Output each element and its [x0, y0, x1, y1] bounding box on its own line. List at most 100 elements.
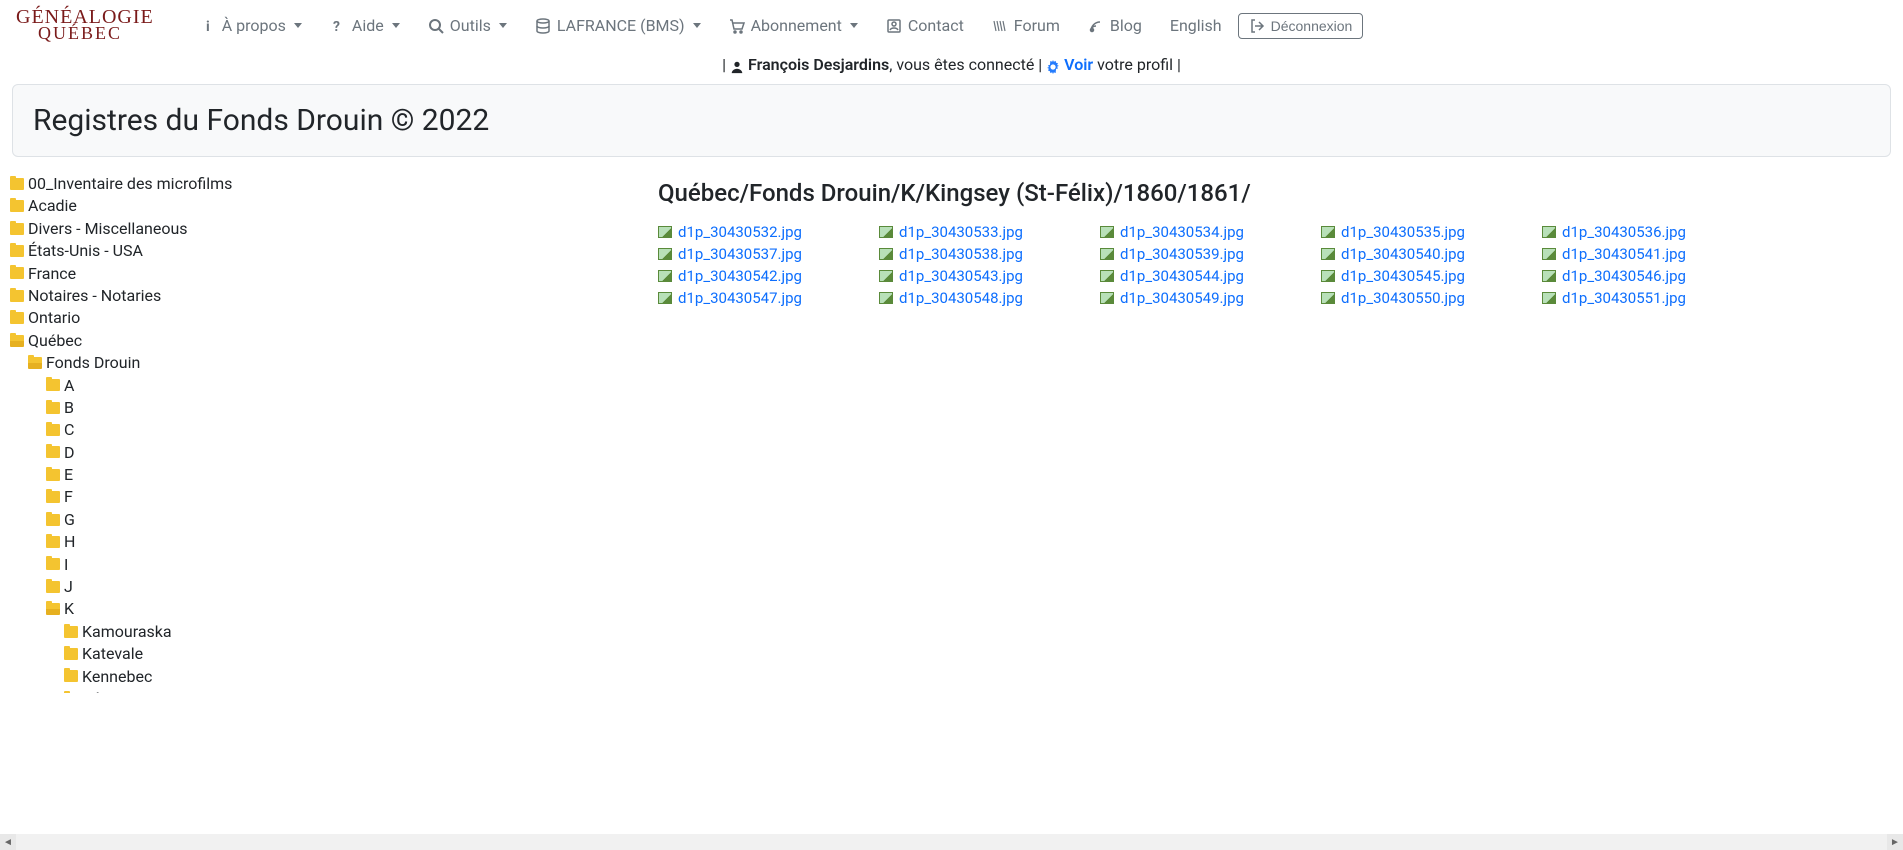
file-link[interactable]: d1p_30430549.jpg — [1100, 287, 1305, 309]
file-link[interactable]: d1p_30430547.jpg — [658, 287, 863, 309]
tree-folder[interactable]: H — [46, 531, 75, 553]
tree-folder[interactable]: Acadie — [10, 195, 77, 217]
file-link[interactable]: d1p_30430534.jpg — [1100, 221, 1305, 243]
file-link[interactable]: d1p_30430550.jpg — [1321, 287, 1526, 309]
gear-icon — [1046, 59, 1060, 73]
folder-icon — [46, 491, 60, 503]
tree-folder[interactable]: Kennebec — [64, 666, 152, 688]
breadcrumb: Québec/Fonds Drouin/K/Kingsey (St-Félix)… — [658, 179, 1883, 207]
nav-contact[interactable]: Contact — [874, 8, 976, 43]
nav-help[interactable]: ? Aide — [318, 8, 412, 43]
image-file-icon — [1321, 292, 1335, 304]
nav-english[interactable]: English — [1158, 8, 1234, 43]
tree-folder[interactable]: G — [46, 509, 75, 531]
tree-folder[interactable]: A — [46, 375, 74, 397]
folder-icon — [10, 178, 24, 190]
file-link[interactable]: d1p_30430546.jpg — [1542, 265, 1747, 287]
horizontal-scrollbar[interactable]: ◄ ► — [0, 834, 1903, 850]
site-logo[interactable]: GÉNÉALOGIE QUÉBEC — [16, 9, 154, 41]
nav-about[interactable]: i À propos — [188, 8, 314, 43]
file-link[interactable]: d1p_30430545.jpg — [1321, 265, 1526, 287]
tree-folder-label: Acadie — [28, 195, 77, 217]
tree-folder[interactable]: F — [46, 486, 73, 508]
tree-folder[interactable]: Divers - Miscellaneous — [10, 218, 188, 240]
image-file-icon — [1100, 270, 1114, 282]
tree-folder[interactable]: Québec — [10, 330, 82, 352]
nav-blog[interactable]: Blog — [1076, 8, 1154, 43]
tree-folder[interactable]: Ontario — [10, 307, 80, 329]
tree-folder[interactable]: I — [46, 554, 68, 576]
tree-folder-label: I — [64, 554, 68, 576]
file-link[interactable]: d1p_30430542.jpg — [658, 265, 863, 287]
file-link[interactable]: d1p_30430533.jpg — [879, 221, 1084, 243]
chevron-down-icon — [850, 23, 858, 28]
tree-folder[interactable]: France — [10, 263, 76, 285]
tree-folder[interactable]: J — [46, 576, 73, 598]
file-name: d1p_30430536.jpg — [1562, 223, 1686, 241]
file-link[interactable]: d1p_30430537.jpg — [658, 243, 863, 265]
image-file-icon — [1321, 270, 1335, 282]
image-file-icon — [1321, 226, 1335, 238]
logout-button[interactable]: Déconnexion — [1238, 13, 1364, 39]
file-link[interactable]: d1p_30430543.jpg — [879, 265, 1084, 287]
file-link[interactable]: d1p_30430535.jpg — [1321, 221, 1526, 243]
nav-subscription[interactable]: Abonnement — [717, 8, 870, 43]
chevron-down-icon — [294, 23, 302, 28]
chevron-down-icon — [499, 23, 507, 28]
folder-tree-panel[interactable]: 00_Inventaire des microfilmsAcadieDivers… — [10, 173, 640, 693]
file-name: d1p_30430546.jpg — [1562, 267, 1686, 285]
image-file-icon — [1100, 226, 1114, 238]
content-area: 00_Inventaire des microfilmsAcadieDivers… — [0, 173, 1903, 693]
folder-icon — [46, 446, 60, 458]
forum-icon — [992, 18, 1008, 34]
tree-folder[interactable]: K — [46, 598, 74, 620]
file-link[interactable]: d1p_30430540.jpg — [1321, 243, 1526, 265]
file-name: d1p_30430550.jpg — [1341, 289, 1465, 307]
file-link[interactable]: d1p_30430532.jpg — [658, 221, 863, 243]
file-link[interactable]: d1p_30430536.jpg — [1542, 221, 1747, 243]
tree-folder[interactable]: E — [46, 464, 73, 486]
cart-icon — [729, 18, 745, 34]
tree-folder-label: États-Unis - USA — [28, 240, 143, 262]
folder-icon — [46, 424, 60, 436]
tree-folder[interactable]: D — [46, 442, 75, 464]
file-link[interactable]: d1p_30430539.jpg — [1100, 243, 1305, 265]
nav-lafrance[interactable]: LAFRANCE (BMS) — [523, 8, 713, 43]
file-name: d1p_30430539.jpg — [1120, 245, 1244, 263]
nav-tools[interactable]: Outils — [416, 8, 519, 43]
scroll-right-icon[interactable]: ► — [1887, 834, 1903, 850]
file-link[interactable]: d1p_30430544.jpg — [1100, 265, 1305, 287]
folder-icon — [10, 200, 24, 212]
folder-icon — [10, 267, 24, 279]
tree-folder-label: 00_Inventaire des microfilms — [28, 173, 232, 195]
tree-folder-label: Katevale — [82, 643, 143, 665]
tree-folder[interactable]: Kénogami — [64, 688, 154, 693]
tree-folder[interactable]: Katevale — [64, 643, 143, 665]
nav-forum[interactable]: Forum — [980, 8, 1072, 43]
tree-folder[interactable]: C — [46, 419, 74, 441]
tree-folder[interactable]: 00_Inventaire des microfilms — [10, 173, 232, 195]
folder-icon — [10, 290, 24, 302]
file-link[interactable]: d1p_30430548.jpg — [879, 287, 1084, 309]
image-file-icon — [658, 270, 672, 282]
tree-folder-label: A — [64, 375, 74, 397]
tree-folder-label: G — [64, 509, 75, 531]
view-profile-link[interactable]: Voir — [1046, 55, 1097, 74]
file-link[interactable]: d1p_30430551.jpg — [1542, 287, 1747, 309]
image-file-icon — [879, 270, 893, 282]
file-name: d1p_30430534.jpg — [1120, 223, 1244, 241]
user-name: François Desjardins — [748, 55, 889, 74]
tree-folder[interactable]: Kamouraska — [64, 621, 172, 643]
file-name: d1p_30430543.jpg — [899, 267, 1023, 285]
image-file-icon — [658, 292, 672, 304]
image-file-icon — [1542, 292, 1556, 304]
tree-folder[interactable]: B — [46, 397, 74, 419]
tree-folder[interactable]: Notaires - Notaries — [10, 285, 161, 307]
tree-folder-label: Fonds Drouin — [46, 352, 140, 374]
tree-folder[interactable]: États-Unis - USA — [10, 240, 143, 262]
file-link[interactable]: d1p_30430541.jpg — [1542, 243, 1747, 265]
file-name: d1p_30430541.jpg — [1562, 245, 1686, 263]
tree-folder[interactable]: Fonds Drouin — [28, 352, 140, 374]
file-link[interactable]: d1p_30430538.jpg — [879, 243, 1084, 265]
scroll-left-icon[interactable]: ◄ — [0, 834, 16, 850]
